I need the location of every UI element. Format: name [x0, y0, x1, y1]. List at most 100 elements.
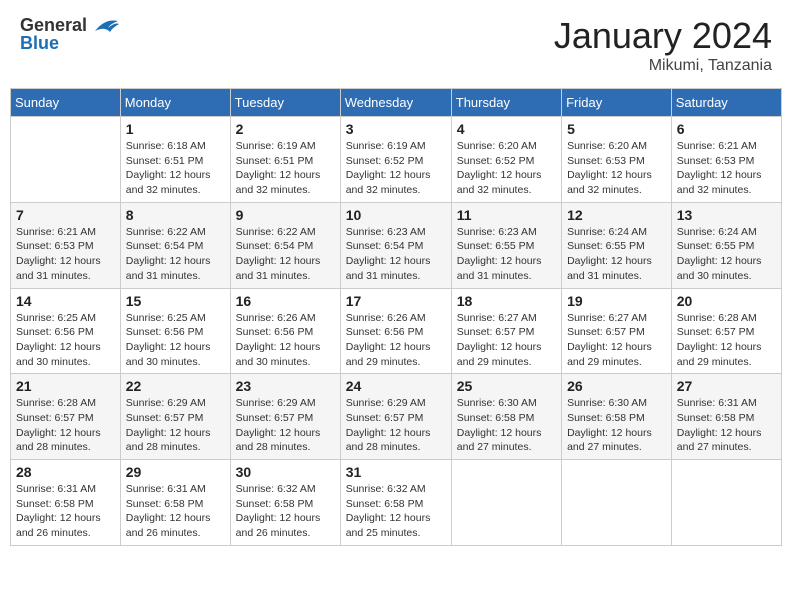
calendar-cell: [11, 117, 121, 203]
month-title: January 2024: [554, 15, 772, 57]
day-number: 15: [126, 293, 225, 309]
calendar-header-saturday: Saturday: [671, 89, 781, 117]
calendar-cell: 20Sunrise: 6:28 AM Sunset: 6:57 PM Dayli…: [671, 288, 781, 374]
day-number: 21: [16, 378, 115, 394]
day-info: Sunrise: 6:20 AM Sunset: 6:53 PM Dayligh…: [567, 139, 666, 198]
calendar-table: SundayMondayTuesdayWednesdayThursdayFrid…: [10, 88, 782, 546]
calendar-cell: [451, 460, 561, 546]
day-info: Sunrise: 6:30 AM Sunset: 6:58 PM Dayligh…: [567, 396, 666, 455]
title-area: January 2024 Mikumi, Tanzania: [554, 15, 772, 75]
calendar-week-row: 28 Sunrise: 6:31 AM Sunset: 6:58 PM Dayli…: [11, 460, 782, 546]
calendar-week-row: 7Sunrise: 6:21 AM Sunset: 6:53 PM Daylig…: [11, 202, 782, 288]
calendar-cell: 14Sunrise: 6:25 AM Sunset: 6:56 PM Dayli…: [11, 288, 121, 374]
calendar-cell: [671, 460, 781, 546]
day-info: Sunrise: 6:29 AM Sunset: 6:57 PM Dayligh…: [346, 396, 446, 455]
day-number: 1: [126, 121, 225, 137]
calendar-week-row: 14Sunrise: 6:25 AM Sunset: 6:56 PM Dayli…: [11, 288, 782, 374]
day-info: Sunrise: 6:30 AM Sunset: 6:58 PM Dayligh…: [457, 396, 556, 455]
day-number: 30: [236, 464, 335, 480]
day-info: Sunrise: 6:27 AM Sunset: 6:57 PM Dayligh…: [567, 311, 666, 370]
day-info: Sunrise: 6:22 AM Sunset: 6:54 PM Dayligh…: [236, 225, 335, 284]
day-number: 8: [126, 207, 225, 223]
day-number: 11: [457, 207, 556, 223]
calendar-cell: 28 Sunrise: 6:31 AM Sunset: 6:58 PM Dayli…: [11, 460, 121, 546]
day-info: Sunrise: 6:29 AM Sunset: 6:57 PM Dayligh…: [126, 396, 225, 455]
calendar-header-sunday: Sunday: [11, 89, 121, 117]
day-info: Sunrise: 6:21 AM Sunset: 6:53 PM Dayligh…: [677, 139, 776, 198]
day-info: Sunrise: 6:28 AM Sunset: 6:57 PM Dayligh…: [16, 396, 115, 455]
day-info: Sunrise: 6:24 AM Sunset: 6:55 PM Dayligh…: [677, 225, 776, 284]
day-number: 4: [457, 121, 556, 137]
calendar-cell: 26 Sunrise: 6:30 AM Sunset: 6:58 PM Dayli…: [562, 374, 672, 460]
calendar-cell: 3Sunrise: 6:19 AM Sunset: 6:52 PM Daylig…: [340, 117, 451, 203]
day-info: Sunrise: 6:23 AM Sunset: 6:54 PM Dayligh…: [346, 225, 446, 284]
calendar-cell: 31 Sunrise: 6:32 AM Sunset: 6:58 PM Dayli…: [340, 460, 451, 546]
day-number: 17: [346, 293, 446, 309]
logo-blue-text: Blue: [20, 33, 59, 54]
day-number: 19: [567, 293, 666, 309]
calendar-cell: 1 Sunrise: 6:18 AM Sunset: 6:51 PM Daylig…: [120, 117, 230, 203]
calendar-cell: 18 Sunrise: 6:27 AM Sunset: 6:57 PM Dayli…: [451, 288, 561, 374]
day-info: Sunrise: 6:26 AM Sunset: 6:56 PM Dayligh…: [236, 311, 335, 370]
calendar-header-row: SundayMondayTuesdayWednesdayThursdayFrid…: [11, 89, 782, 117]
day-number: 16: [236, 293, 335, 309]
day-number: 24: [346, 378, 446, 394]
day-number: 13: [677, 207, 776, 223]
calendar-header-monday: Monday: [120, 89, 230, 117]
calendar-cell: 6 Sunrise: 6:21 AM Sunset: 6:53 PM Daylig…: [671, 117, 781, 203]
page-header: General Blue January 2024 Mikumi, Tanzan…: [10, 10, 782, 80]
day-number: 7: [16, 207, 115, 223]
day-number: 31: [346, 464, 446, 480]
calendar-week-row: 1 Sunrise: 6:18 AM Sunset: 6:51 PM Daylig…: [11, 117, 782, 203]
calendar-header-friday: Friday: [562, 89, 672, 117]
day-number: 2: [236, 121, 335, 137]
day-info: Sunrise: 6:19 AM Sunset: 6:51 PM Dayligh…: [236, 139, 335, 198]
location-title: Mikumi, Tanzania: [554, 57, 772, 75]
day-number: 18: [457, 293, 556, 309]
calendar-cell: 13 Sunrise: 6:24 AM Sunset: 6:55 PM Dayli…: [671, 202, 781, 288]
day-number: 26: [567, 378, 666, 394]
day-info: Sunrise: 6:23 AM Sunset: 6:55 PM Dayligh…: [457, 225, 556, 284]
calendar-cell: 30 Sunrise: 6:32 AM Sunset: 6:58 PM Dayli…: [230, 460, 340, 546]
calendar-cell: 4 Sunrise: 6:20 AM Sunset: 6:52 PM Daylig…: [451, 117, 561, 203]
day-number: 5: [567, 121, 666, 137]
day-info: Sunrise: 6:31 AM Sunset: 6:58 PM Dayligh…: [677, 396, 776, 455]
calendar-cell: 21 Sunrise: 6:28 AM Sunset: 6:57 PM Dayli…: [11, 374, 121, 460]
calendar-week-row: 21 Sunrise: 6:28 AM Sunset: 6:57 PM Dayli…: [11, 374, 782, 460]
day-info: Sunrise: 6:25 AM Sunset: 6:56 PM Dayligh…: [16, 311, 115, 370]
day-number: 22: [126, 378, 225, 394]
day-info: Sunrise: 6:18 AM Sunset: 6:51 PM Dayligh…: [126, 139, 225, 198]
logo: General Blue: [20, 15, 120, 54]
calendar-header-thursday: Thursday: [451, 89, 561, 117]
calendar-cell: 27 Sunrise: 6:31 AM Sunset: 6:58 PM Dayli…: [671, 374, 781, 460]
day-info: Sunrise: 6:27 AM Sunset: 6:57 PM Dayligh…: [457, 311, 556, 370]
day-number: 10: [346, 207, 446, 223]
day-number: 23: [236, 378, 335, 394]
day-info: Sunrise: 6:20 AM Sunset: 6:52 PM Dayligh…: [457, 139, 556, 198]
day-info: Sunrise: 6:31 AM Sunset: 6:58 PM Dayligh…: [16, 482, 115, 541]
logo-bird-icon: [90, 16, 120, 36]
calendar-cell: 16 Sunrise: 6:26 AM Sunset: 6:56 PM Dayli…: [230, 288, 340, 374]
day-info: Sunrise: 6:31 AM Sunset: 6:58 PM Dayligh…: [126, 482, 225, 541]
calendar-cell: 22 Sunrise: 6:29 AM Sunset: 6:57 PM Dayli…: [120, 374, 230, 460]
day-number: 9: [236, 207, 335, 223]
calendar-header-wednesday: Wednesday: [340, 89, 451, 117]
day-number: 25: [457, 378, 556, 394]
calendar-cell: 7Sunrise: 6:21 AM Sunset: 6:53 PM Daylig…: [11, 202, 121, 288]
day-info: Sunrise: 6:24 AM Sunset: 6:55 PM Dayligh…: [567, 225, 666, 284]
day-info: Sunrise: 6:32 AM Sunset: 6:58 PM Dayligh…: [236, 482, 335, 541]
calendar-cell: 5 Sunrise: 6:20 AM Sunset: 6:53 PM Daylig…: [562, 117, 672, 203]
day-info: Sunrise: 6:29 AM Sunset: 6:57 PM Dayligh…: [236, 396, 335, 455]
day-info: Sunrise: 6:22 AM Sunset: 6:54 PM Dayligh…: [126, 225, 225, 284]
calendar-cell: 17 Sunrise: 6:26 AM Sunset: 6:56 PM Dayli…: [340, 288, 451, 374]
day-info: Sunrise: 6:32 AM Sunset: 6:58 PM Dayligh…: [346, 482, 446, 541]
day-number: 28: [16, 464, 115, 480]
calendar-cell: 10 Sunrise: 6:23 AM Sunset: 6:54 PM Dayli…: [340, 202, 451, 288]
day-info: Sunrise: 6:26 AM Sunset: 6:56 PM Dayligh…: [346, 311, 446, 370]
calendar-cell: 12Sunrise: 6:24 AM Sunset: 6:55 PM Dayli…: [562, 202, 672, 288]
calendar-cell: 8 Sunrise: 6:22 AM Sunset: 6:54 PM Daylig…: [120, 202, 230, 288]
calendar-cell: 29Sunrise: 6:31 AM Sunset: 6:58 PM Dayli…: [120, 460, 230, 546]
day-number: 27: [677, 378, 776, 394]
day-number: 6: [677, 121, 776, 137]
day-number: 20: [677, 293, 776, 309]
